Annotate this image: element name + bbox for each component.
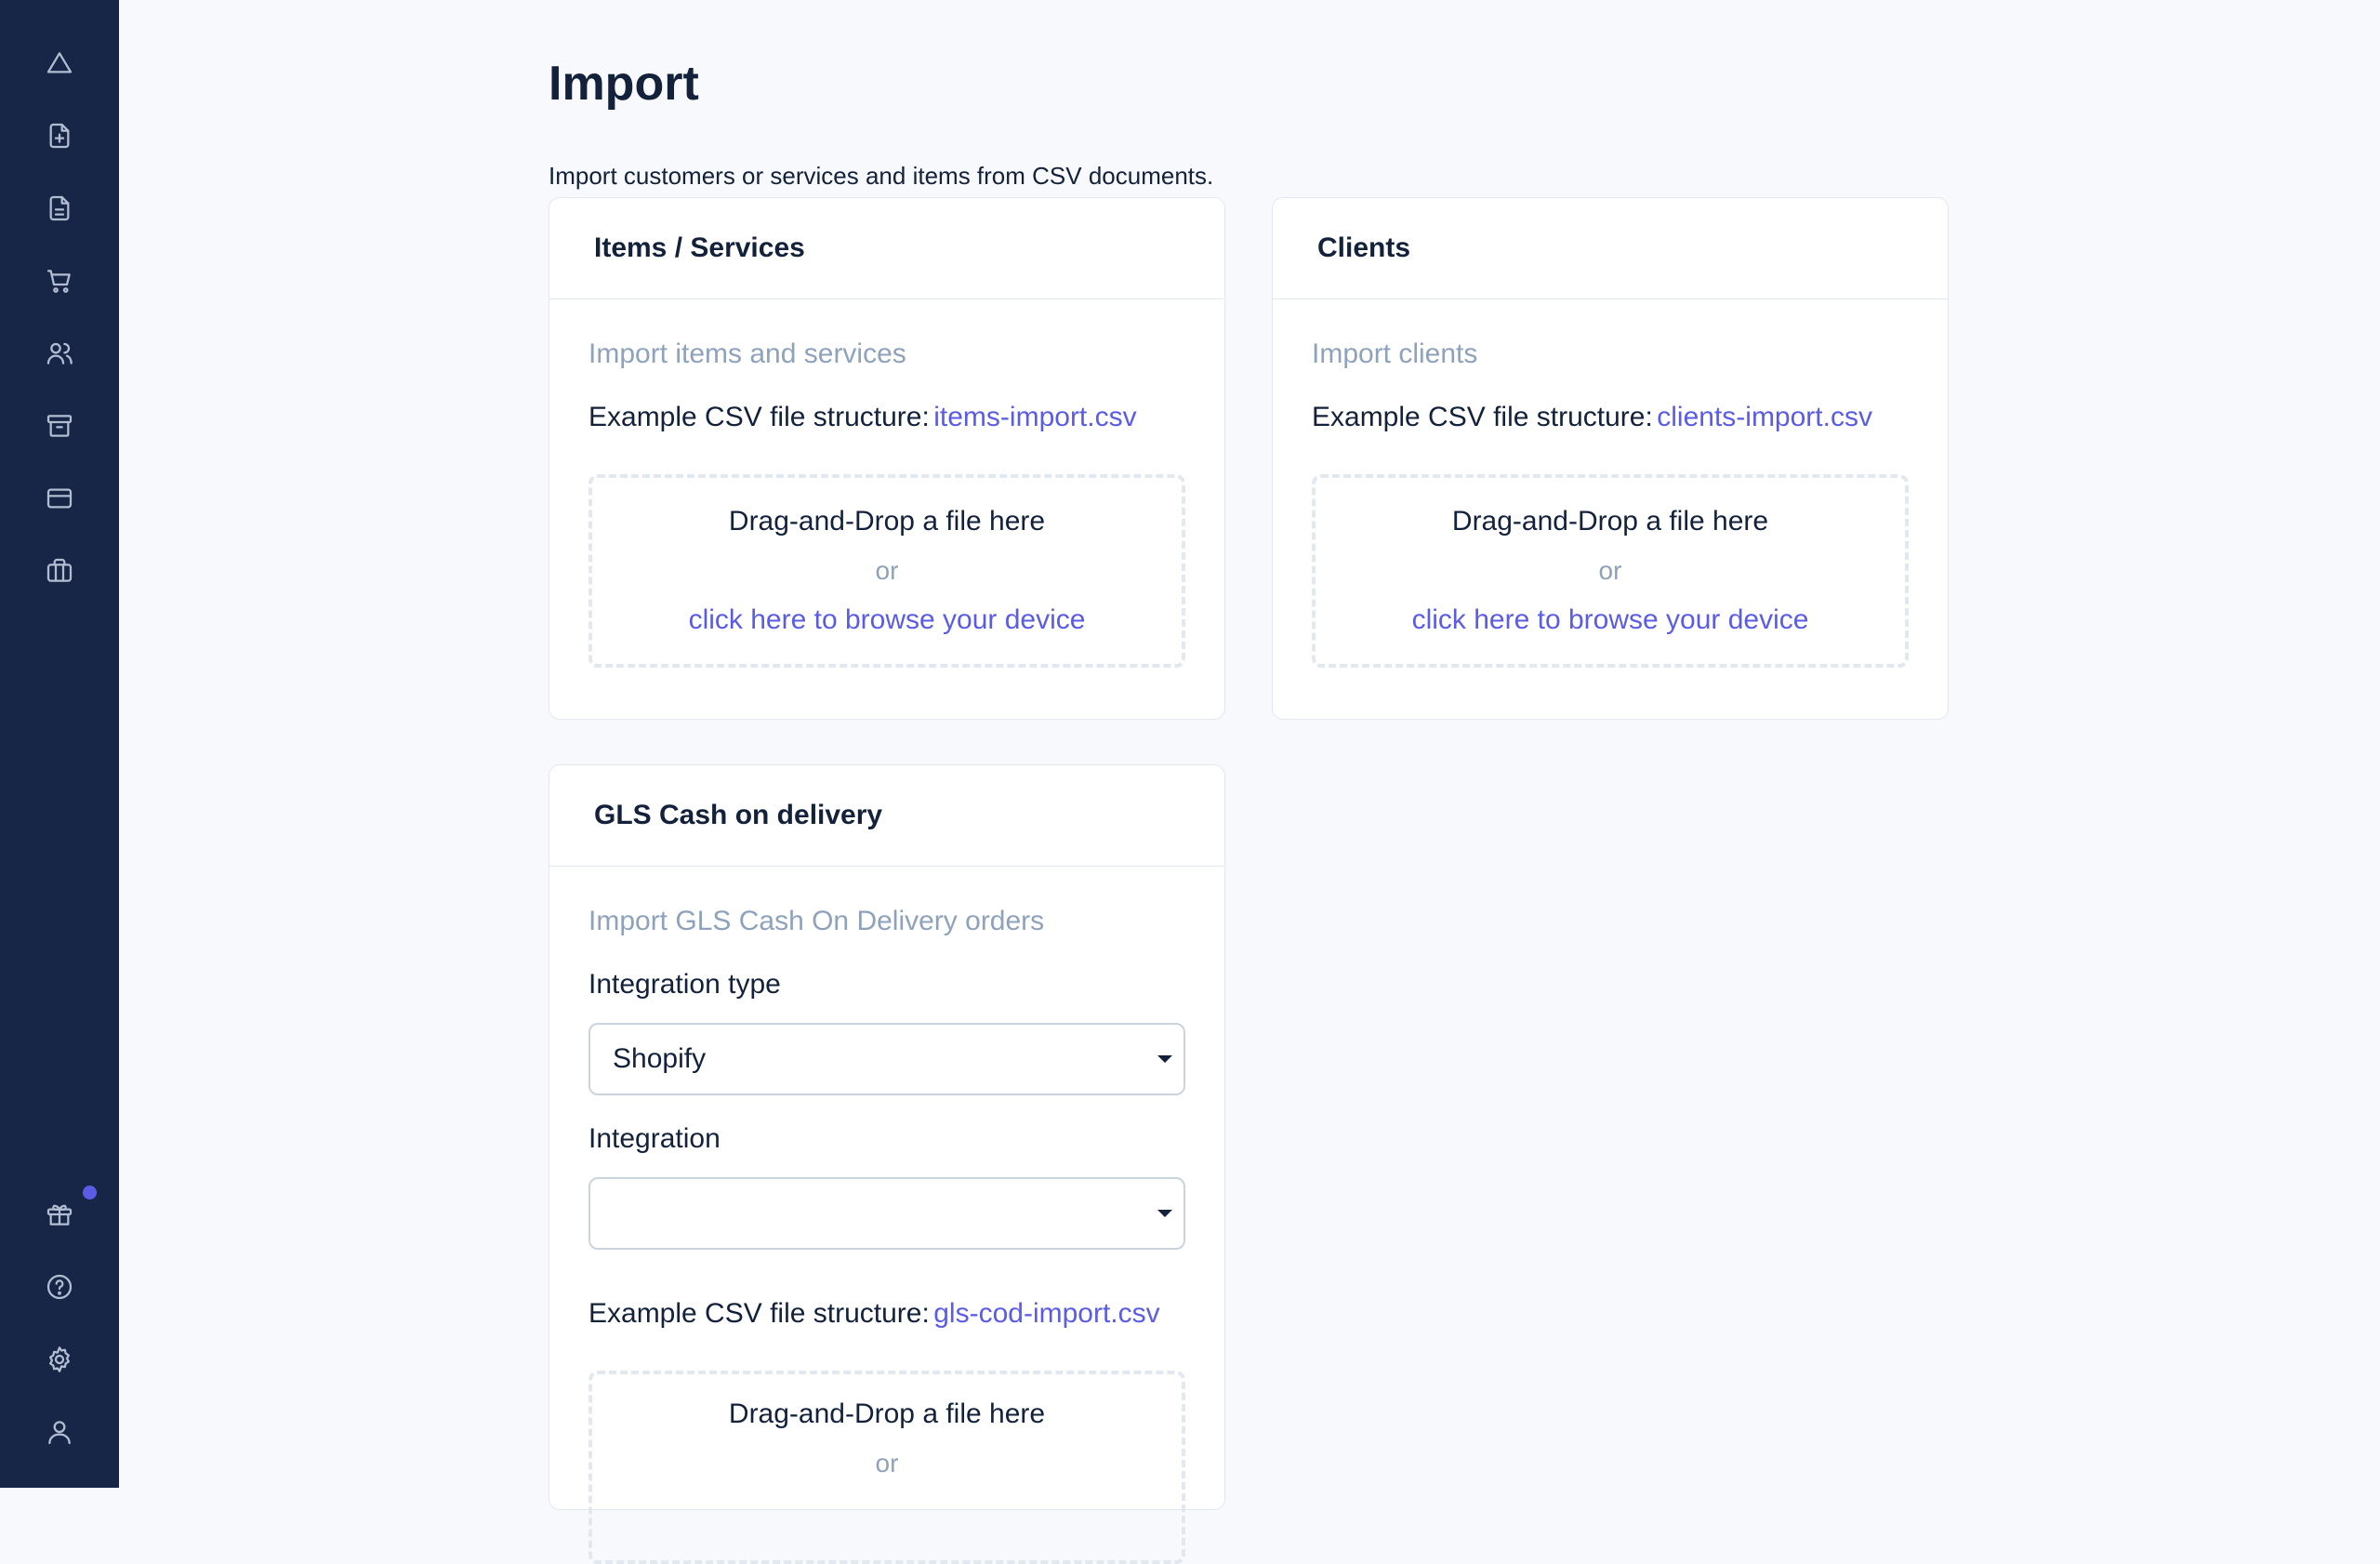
chevron-down-icon [1157,1055,1172,1063]
file-dropzone[interactable]: Drag-and-Drop a file here or [588,1371,1185,1564]
file-dropzone[interactable]: Drag-and-Drop a file here or click here … [588,474,1185,668]
card-title: GLS Cash on delivery [549,765,1224,867]
integration-type-select[interactable]: Shopify [588,1023,1185,1095]
example-file-link[interactable]: gls-cod-import.csv [933,1298,1159,1329]
card-description: Import items and services [588,338,906,369]
card-title: Clients [1273,198,1948,299]
help-icon[interactable] [37,1265,82,1309]
file-icon[interactable] [37,186,82,231]
settings-icon[interactable] [37,1337,82,1382]
dropzone-text: Drag-and-Drop a file here [1451,506,1769,537]
example-label: Example CSV file structure: [588,402,930,432]
example-label: Example CSV file structure: [1312,402,1653,432]
browse-device-link[interactable]: click here to browse your device [689,604,1086,636]
page-subtitle: Import customers or services and items f… [549,162,1214,190]
cart-icon[interactable] [37,258,82,303]
users-icon[interactable] [37,331,82,376]
example-label: Example CSV file structure: [588,1298,930,1329]
card-title: Items / Services [549,198,1224,299]
integration-type-value: Shopify [613,1043,707,1074]
file-dropzone[interactable]: Drag-and-Drop a file here or click here … [1312,474,1909,668]
example-csv-line: Example CSV file structure: items-import… [588,402,1137,433]
credit-card-icon[interactable] [37,476,82,521]
integration-type-label: Integration type [588,969,781,1000]
archive-icon[interactable] [37,404,82,448]
dropzone-text: Drag-and-Drop a file here [728,506,1046,537]
integration-select[interactable] [588,1177,1185,1250]
example-csv-line: Example CSV file structure: gls-cod-impo… [588,1298,1160,1330]
dropzone-or: or [875,556,899,585]
items-services-card: Items / Services Import items and servic… [549,197,1225,720]
example-file-link[interactable]: items-import.csv [933,402,1136,432]
card-description: Import GLS Cash On Delivery orders [588,906,1045,936]
example-file-link[interactable]: clients-import.csv [1657,402,1872,432]
file-plus-icon[interactable] [37,113,82,158]
gls-cod-card: GLS Cash on delivery Import GLS Cash On … [549,764,1225,1564]
page-title: Import [549,57,699,111]
dropzone-text: Drag-and-Drop a file here [728,1398,1046,1429]
dropzone-or: or [1598,556,1622,585]
notification-dot [83,1186,97,1200]
briefcase-icon[interactable] [37,549,82,593]
example-csv-line: Example CSV file structure: clients-impo… [1312,402,1872,433]
dropzone-or: or [875,1449,899,1478]
sidebar [0,0,119,1488]
card-description: Import clients [1312,338,1478,369]
browse-device-link[interactable]: click here to browse your device [1412,604,1809,636]
integration-label: Integration [588,1123,721,1154]
home-triangle-icon[interactable] [37,41,82,86]
gift-icon[interactable] [37,1192,82,1237]
user-icon[interactable] [37,1410,82,1454]
clients-card: Clients Import clients Example CSV file … [1272,197,1949,720]
chevron-down-icon [1157,1210,1172,1217]
